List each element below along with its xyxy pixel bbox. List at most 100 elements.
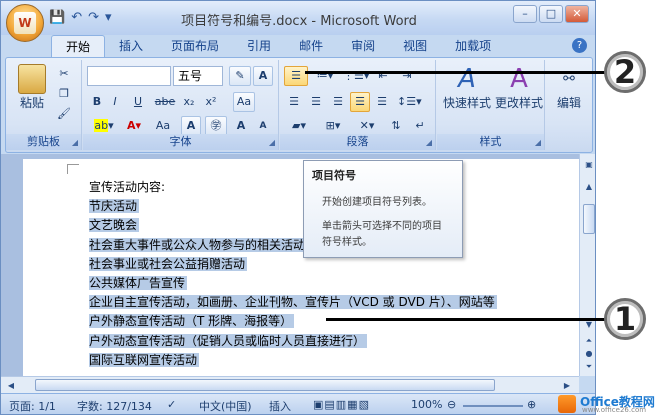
- styles-group-label: 样式: [437, 134, 544, 150]
- word-window: W 💾 ↶ ↷ ▾ 项目符号和编号.docx - Microsoft Word …: [0, 0, 596, 415]
- subscript-button[interactable]: x₂: [179, 92, 199, 112]
- tab-references[interactable]: 引用: [233, 35, 285, 57]
- quick-styles-icon: A: [458, 64, 476, 94]
- font-group: 五号 ✎ A B I U abe x₂ x² Aa ab▾ A▾ Aa A ㊫ …: [83, 60, 279, 150]
- font-color-icon[interactable]: A▾: [121, 116, 147, 136]
- tab-add-ins[interactable]: 加载项: [441, 35, 505, 57]
- bullets-tooltip: 项目符号 开始创建项目符号列表。 单击箭头可选择不同的项目 符号样式。: [303, 160, 463, 258]
- office-button[interactable]: W: [6, 4, 44, 42]
- paragraph-launcher-icon[interactable]: ◢: [426, 138, 432, 147]
- copy-icon[interactable]: ❐: [54, 84, 74, 104]
- title-bar: W 💾 ↶ ↷ ▾ 项目符号和编号.docx - Microsoft Word …: [1, 1, 595, 42]
- clear-format-icon[interactable]: ✎: [229, 66, 251, 86]
- strikethrough-button[interactable]: abe: [153, 92, 177, 112]
- align-right-icon[interactable]: ☰: [328, 92, 348, 112]
- font-size-combo[interactable]: 五号: [173, 66, 223, 86]
- shrink-font-button[interactable]: A: [253, 116, 273, 136]
- bullets-button[interactable]: ☰: [284, 66, 308, 86]
- zoom-out-icon[interactable]: ⊖: [447, 398, 456, 411]
- help-icon[interactable]: ?: [572, 38, 587, 53]
- change-case-button[interactable]: Aa: [149, 116, 177, 136]
- doc-line[interactable]: 企业自主宣传活动，如画册、企业刊物、宣传片（VCD 或 DVD 片）、网站等: [89, 293, 497, 312]
- tooltip-body: 开始创建项目符号列表。 单击箭头可选择不同的项目 符号样式。: [322, 197, 442, 248]
- tooltip-title: 项目符号: [312, 169, 356, 182]
- align-center-icon[interactable]: ☰: [306, 92, 326, 112]
- callout-two-line: [305, 71, 617, 74]
- close-button[interactable]: ✕: [565, 5, 589, 23]
- page-count[interactable]: 页面: 1/1: [9, 398, 56, 414]
- sort-icon[interactable]: ⇅: [386, 116, 406, 136]
- maximize-button[interactable]: □: [539, 5, 563, 23]
- margin-marker: [67, 164, 79, 174]
- decrease-indent-icon[interactable]: ⇤: [372, 66, 394, 86]
- vertical-scrollbar[interactable]: ▣ ▲ ▼ ⏶ ● ⏷: [579, 154, 595, 376]
- italic-button[interactable]: I: [107, 92, 123, 112]
- char-shading-icon[interactable]: Aa: [233, 92, 255, 112]
- numbering-button[interactable]: ≔▾: [312, 66, 338, 86]
- tab-review[interactable]: 审阅: [337, 35, 389, 57]
- font-name-combo[interactable]: [87, 66, 171, 86]
- doc-line[interactable]: 户外静态宣传活动（T 形牌、海报等）: [89, 312, 497, 331]
- tab-view[interactable]: 视图: [389, 35, 441, 57]
- zoom-in-icon[interactable]: ⊕: [527, 398, 536, 411]
- clipboard-group: 粘贴 ✂ ❐ 🖌 剪贴板 ◢: [6, 60, 82, 150]
- scroll-left-icon[interactable]: ◀: [5, 379, 17, 392]
- zoom-level[interactable]: 100%: [411, 398, 442, 411]
- line-spacing-icon[interactable]: ↕☰▾: [396, 92, 422, 112]
- minimize-button[interactable]: –: [513, 5, 537, 23]
- enclose-char-icon[interactable]: ㊫: [205, 116, 227, 136]
- bold-button[interactable]: B: [89, 92, 105, 112]
- show-marks-icon[interactable]: ↵: [410, 116, 430, 136]
- language-indicator[interactable]: 中文(中国): [199, 398, 252, 414]
- word-count[interactable]: 字数: 127/134: [77, 398, 152, 414]
- site-logo-icon: [558, 395, 576, 413]
- doc-line[interactable]: 国际互联网宣传活动: [89, 351, 497, 370]
- zoom-slider[interactable]: [463, 405, 523, 407]
- highlight-icon[interactable]: ab▾: [89, 116, 119, 136]
- status-bar: 页面: 1/1 字数: 127/134 ✓ 中文(中国) 插入 ▣▤▥▦▧ 10…: [1, 393, 595, 414]
- insert-mode[interactable]: 插入: [269, 398, 291, 414]
- doc-line[interactable]: 公共媒体广告宣传: [89, 274, 497, 293]
- chinese-layout-icon[interactable]: ✕▾: [352, 116, 382, 136]
- styles-launcher-icon[interactable]: ◢: [535, 138, 541, 147]
- browse-object-icon[interactable]: ●: [583, 347, 595, 360]
- vertical-scroll-thumb[interactable]: [583, 204, 595, 234]
- font-group-label: 字体: [83, 134, 278, 150]
- format-painter-icon[interactable]: 🖌: [54, 104, 74, 124]
- cut-icon[interactable]: ✂: [54, 64, 74, 84]
- site-watermark: Office教程网 www.office26.com: [556, 393, 658, 415]
- ruler-toggle-icon[interactable]: ▣: [583, 158, 595, 171]
- view-buttons-icon[interactable]: ▣▤▥▦▧: [313, 398, 370, 411]
- paste-button[interactable]: 粘贴: [12, 64, 52, 111]
- tab-insert[interactable]: 插入: [105, 35, 157, 57]
- callout-two: 2: [604, 51, 646, 93]
- tab-page-layout[interactable]: 页面布局: [157, 35, 233, 57]
- superscript-button[interactable]: x²: [201, 92, 221, 112]
- char-border-icon[interactable]: A: [253, 66, 273, 86]
- shading-icon[interactable]: ▰▾: [284, 116, 314, 136]
- scroll-right-icon[interactable]: ▶: [561, 379, 573, 392]
- grow-font-button[interactable]: A: [231, 116, 251, 136]
- align-left-icon[interactable]: ☰: [284, 92, 304, 112]
- binoculars-icon: ⚯: [563, 71, 575, 87]
- next-page-icon[interactable]: ⏷: [583, 360, 595, 373]
- multilevel-list-button[interactable]: ⋮☰▾: [342, 66, 369, 86]
- doc-line[interactable]: 户外动态宣传活动（促销人员或临时人员直接进行）: [89, 332, 497, 351]
- underline-button[interactable]: U: [127, 92, 149, 112]
- clipboard-launcher-icon[interactable]: ◢: [72, 138, 78, 147]
- callout-one-line: [326, 318, 616, 321]
- char-shading-button[interactable]: A: [181, 116, 201, 136]
- increase-indent-icon[interactable]: ⇥: [396, 66, 418, 86]
- horizontal-scroll-thumb[interactable]: [35, 379, 495, 391]
- horizontal-scrollbar[interactable]: ◀ ▶: [1, 376, 579, 393]
- ribbon-tabs: 开始 插入 页面布局 引用 邮件 审阅 视图 加载项: [51, 35, 505, 57]
- tab-mailings[interactable]: 邮件: [285, 35, 337, 57]
- distributed-icon[interactable]: ☰: [372, 92, 392, 112]
- prev-page-icon[interactable]: ⏶: [583, 334, 595, 347]
- borders-icon[interactable]: ⊞▾: [318, 116, 348, 136]
- justify-icon[interactable]: ☰: [350, 92, 370, 112]
- font-launcher-icon[interactable]: ◢: [269, 138, 275, 147]
- proofing-icon[interactable]: ✓: [167, 398, 176, 411]
- tab-home[interactable]: 开始: [51, 35, 106, 57]
- scroll-up-icon[interactable]: ▲: [583, 180, 595, 193]
